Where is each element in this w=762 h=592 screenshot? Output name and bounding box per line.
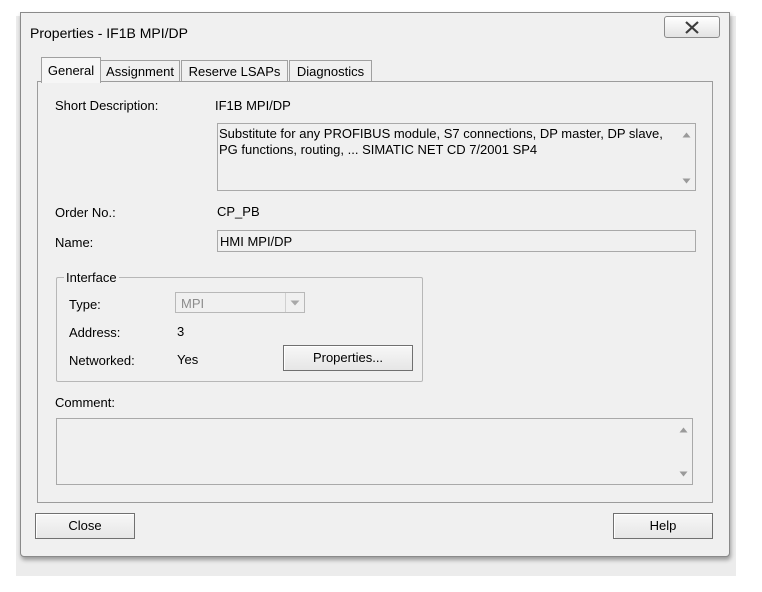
short-description-value: IF1B MPI/DP bbox=[215, 98, 291, 113]
scroll-down-arrow-icon[interactable] bbox=[682, 178, 691, 184]
description-text: Substitute for any PROFIBUS module, S7 c… bbox=[219, 126, 663, 157]
scroll-up-arrow-icon[interactable] bbox=[679, 427, 688, 433]
type-label: Type: bbox=[69, 297, 101, 312]
close-button-label: Close bbox=[68, 518, 102, 533]
comment-label: Comment: bbox=[55, 395, 115, 410]
short-description-label: Short Description: bbox=[55, 98, 159, 113]
close-button[interactable]: Close bbox=[35, 513, 135, 539]
interface-properties-button[interactable]: Properties... bbox=[283, 345, 413, 371]
chevron-down-icon bbox=[290, 300, 300, 306]
name-field-value: HMI MPI/DP bbox=[220, 234, 293, 249]
type-select[interactable]: MPI bbox=[175, 292, 305, 313]
type-select-value: MPI bbox=[181, 296, 205, 311]
help-button[interactable]: Help bbox=[613, 513, 713, 539]
networked-value: Yes bbox=[177, 352, 199, 367]
description-textarea[interactable]: Substitute for any PROFIBUS module, S7 c… bbox=[217, 123, 696, 191]
type-select-arrow[interactable] bbox=[285, 293, 304, 312]
help-button-label: Help bbox=[649, 518, 677, 533]
address-label: Address: bbox=[69, 325, 121, 340]
interface-legend: Interface bbox=[64, 270, 119, 285]
order-no-label: Order No.: bbox=[55, 205, 116, 220]
order-no-value: CP_PB bbox=[217, 204, 260, 219]
name-label: Name: bbox=[55, 235, 94, 250]
address-value: 3 bbox=[177, 324, 185, 339]
scroll-down-arrow-icon[interactable] bbox=[679, 471, 688, 477]
interface-properties-button-label: Properties... bbox=[312, 350, 384, 365]
comment-textarea[interactable] bbox=[56, 418, 693, 485]
networked-label: Networked: bbox=[69, 353, 135, 368]
name-field[interactable]: HMI MPI/DP bbox=[217, 230, 696, 252]
scroll-up-arrow-icon[interactable] bbox=[682, 132, 691, 138]
